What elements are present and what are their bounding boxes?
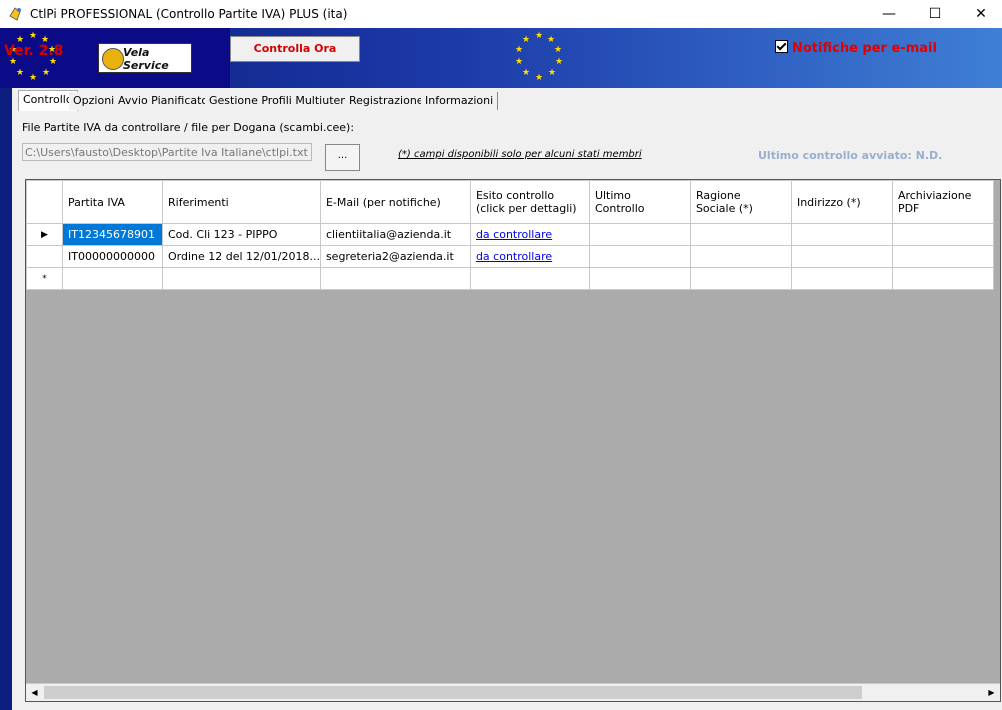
title-bar: CtlPi PROFESSIONAL (Controllo Partite IV…	[0, 0, 1002, 28]
app-icon	[9, 7, 21, 21]
email-notifications-label: Notifiche per e-mail	[792, 41, 937, 56]
cell-esito[interactable]	[469, 267, 590, 290]
last-check-status: Ultimo controllo avviato: N.D.	[758, 149, 943, 162]
eu-stars-icon: ★ ★ ★ ★ ★ ★ ★ ★ ★ ★	[515, 31, 564, 83]
vat-table: Partita IVA Riferimenti E-Mail (per noti…	[26, 180, 994, 290]
horizontal-scrollbar[interactable]: ◀ ▶	[26, 683, 1000, 701]
cell-partita-iva[interactable]: IT00000000000	[62, 245, 163, 268]
column-header[interactable]: Riferimenti	[162, 180, 321, 224]
cell-archiviazione-pdf[interactable]	[891, 223, 994, 246]
header-banner: ★ ★ ★ ★ ★ ★ ★ ★ ★ ★ Ver. 2.8 Vela Service Contr…	[0, 28, 1002, 88]
esito-link[interactable]: da controllare	[476, 250, 552, 263]
table-row-new[interactable]: *	[26, 267, 994, 290]
checkbox-checked-icon[interactable]	[775, 40, 788, 53]
tab-gestione-profili[interactable]: Gestione Profili Multiutenza	[205, 92, 365, 110]
close-button[interactable]: ✕	[958, 0, 1002, 28]
cell-esito[interactable]: da controllare	[469, 223, 590, 246]
cell-esito[interactable]: da controllare	[469, 245, 590, 268]
row-current-marker-icon[interactable]: ▶	[26, 223, 63, 246]
vat-data-grid[interactable]: Partita IVA Riferimenti E-Mail (per noti…	[25, 179, 1001, 702]
tab-informazioni[interactable]: Informazioni	[421, 92, 499, 110]
column-header[interactable]: Ragione Sociale (*)	[689, 180, 792, 224]
optional-fields-note: (*) campi disponibili solo per alcuni st…	[398, 149, 642, 160]
version-label: Ver. 2.8	[4, 43, 64, 59]
logo-text: Vela Service	[123, 46, 169, 72]
cell-ultimo-controllo[interactable]	[588, 223, 691, 246]
cell-email[interactable]: segreteria2@azienda.it	[319, 245, 471, 268]
column-header[interactable]: Esito controllo (click per dettagli)	[469, 180, 590, 224]
cell-riferimenti[interactable]: Ordine 12 del 12/01/2018...	[162, 245, 321, 268]
scroll-right-icon[interactable]: ▶	[983, 684, 1000, 701]
column-header[interactable]: Indirizzo (*)	[790, 180, 893, 224]
file-label: File Partite IVA da controllare / file p…	[22, 121, 355, 134]
column-header[interactable]: Archiviazione PDF	[891, 180, 994, 224]
minimize-button[interactable]: —	[866, 0, 912, 28]
cell-ultimo-controllo[interactable]	[588, 245, 691, 268]
maximize-button[interactable]: ☐	[912, 0, 958, 28]
cell-indirizzo[interactable]	[790, 267, 893, 290]
row-header-corner	[26, 180, 63, 224]
tab-registrazione[interactable]: Registrazione	[345, 92, 429, 110]
esito-link[interactable]: da controllare	[476, 228, 552, 241]
column-header[interactable]: Ultimo Controllo	[588, 180, 691, 224]
file-path-input[interactable]: C:\Users\fausto\Desktop\Partite Iva Ital…	[22, 143, 312, 161]
column-header[interactable]: Partita IVA	[62, 180, 163, 224]
logo-mark-icon	[102, 48, 124, 70]
cell-archiviazione-pdf[interactable]	[891, 245, 994, 268]
table-row[interactable]: IT00000000000 Ordine 12 del 12/01/2018..…	[26, 245, 994, 268]
table-header-row: Partita IVA Riferimenti E-Mail (per noti…	[26, 180, 994, 224]
cell-partita-iva[interactable]	[62, 267, 163, 290]
new-row-marker-icon[interactable]: *	[26, 267, 63, 290]
scroll-left-icon[interactable]: ◀	[26, 684, 43, 701]
row-header[interactable]	[26, 245, 63, 268]
main-panel: Controllo Opzioni Avvio Pianificato Gest…	[12, 88, 1002, 710]
company-logo: Vela Service	[98, 43, 192, 73]
cell-email[interactable]: clientiitalia@azienda.it	[319, 223, 471, 246]
column-header[interactable]: E-Mail (per notifiche)	[319, 180, 471, 224]
scrollbar-thumb[interactable]	[44, 686, 862, 699]
cell-indirizzo[interactable]	[790, 245, 893, 268]
left-accent-bar	[0, 88, 12, 710]
email-notifications-checkbox[interactable]: Notifiche per e-mail	[775, 40, 937, 56]
browse-button[interactable]: ...	[325, 144, 360, 171]
tab-opzioni[interactable]: Opzioni	[69, 92, 120, 110]
cell-ragione-sociale[interactable]	[689, 223, 792, 246]
cell-riferimenti[interactable]	[162, 267, 321, 290]
window-title: CtlPi PROFESSIONAL (Controllo Partite IV…	[30, 7, 348, 21]
cell-ragione-sociale[interactable]	[689, 245, 792, 268]
table-row[interactable]: ▶ IT12345678901 Cod. Cli 123 - PIPPO cli…	[26, 223, 994, 246]
cell-partita-iva[interactable]: IT12345678901	[62, 223, 163, 246]
cell-email[interactable]	[319, 267, 471, 290]
cell-ultimo-controllo[interactable]	[588, 267, 691, 290]
cell-riferimenti[interactable]: Cod. Cli 123 - PIPPO	[162, 223, 321, 246]
cell-ragione-sociale[interactable]	[689, 267, 792, 290]
check-now-button[interactable]: Controlla Ora	[230, 36, 360, 62]
cell-indirizzo[interactable]	[790, 223, 893, 246]
cell-archiviazione-pdf[interactable]	[891, 267, 994, 290]
tab-avvio-pianificato[interactable]: Avvio Pianificato	[114, 92, 214, 110]
